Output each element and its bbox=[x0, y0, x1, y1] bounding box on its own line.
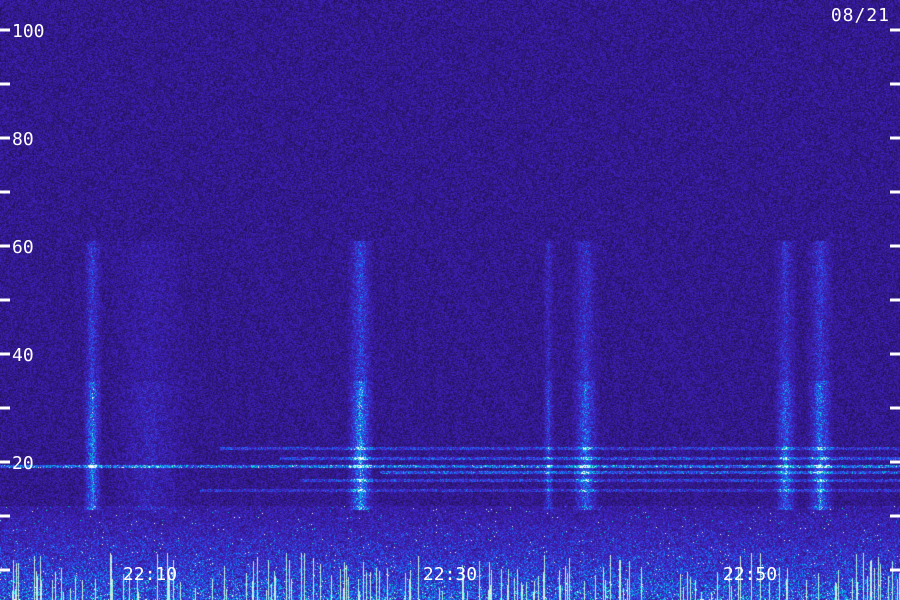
x-tick-label: 22:30 bbox=[423, 564, 477, 585]
y-tick-label: 100 bbox=[12, 21, 45, 42]
y-tick-label: 40 bbox=[12, 345, 34, 366]
y-tick-label: 60 bbox=[12, 237, 34, 258]
x-tick-label: 22:10 bbox=[123, 564, 177, 585]
date-label: 08/21 bbox=[830, 5, 890, 26]
y-tick-label: 80 bbox=[12, 129, 34, 150]
y-tick-label: 20 bbox=[12, 453, 34, 474]
spectrogram-chart: 20 40 60 80 100 22:10 22:30 22:50 08/21 bbox=[0, 0, 900, 600]
x-tick-label: 22:50 bbox=[723, 564, 777, 585]
axis-overlay: 20 40 60 80 100 22:10 22:30 22:50 bbox=[0, 21, 900, 585]
